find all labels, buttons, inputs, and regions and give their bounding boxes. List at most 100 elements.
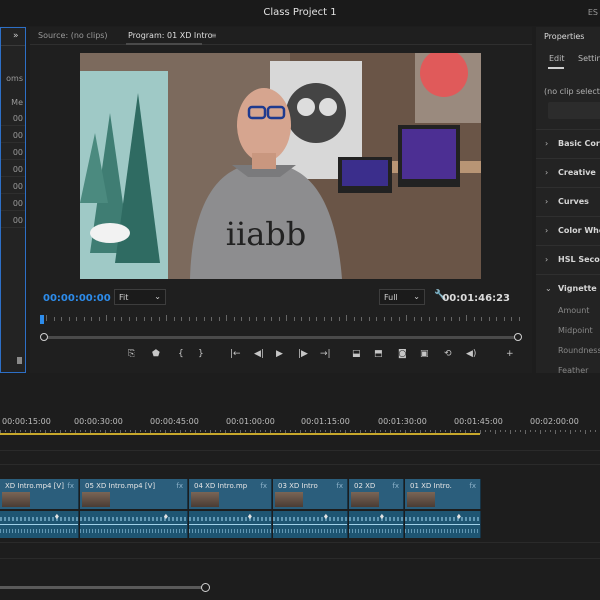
- loop-icon[interactable]: ⟲: [444, 349, 452, 359]
- volume-line[interactable]: [273, 524, 347, 525]
- keyframe-icon[interactable]: ♦: [379, 513, 385, 521]
- program-monitor[interactable]: Source: (no clips) Program: 01 XD Intro …: [30, 27, 532, 373]
- scroll-handle-right[interactable]: [514, 333, 522, 341]
- mark-out-icon[interactable]: }: [198, 349, 204, 359]
- vignette-roundness[interactable]: Roundness: [558, 346, 600, 355]
- add-button-icon[interactable]: +: [506, 349, 514, 359]
- camera-icon[interactable]: ◙: [398, 349, 407, 359]
- volume-line[interactable]: [189, 524, 271, 525]
- workspace-label[interactable]: ES: [588, 8, 598, 17]
- chevron-right-icon[interactable]: ›: [545, 168, 548, 177]
- export-frame-icon[interactable]: ⎘: [128, 349, 135, 359]
- chevron-right-icon[interactable]: ›: [545, 139, 548, 148]
- hamburger-icon[interactable]: ≡: [210, 31, 217, 40]
- section-title[interactable]: Color Wheel: [558, 226, 600, 235]
- double-chevron-right-icon[interactable]: »: [13, 31, 19, 41]
- zoom-dropdown[interactable]: Fit ⌄: [114, 289, 166, 305]
- current-timecode[interactable]: 00:00:00:00: [43, 293, 111, 304]
- tab-edit[interactable]: Edit: [549, 54, 565, 63]
- step-back-icon[interactable]: ◀|: [254, 349, 264, 359]
- video-clip[interactable]: 02 XD fx: [349, 479, 404, 509]
- section-title[interactable]: Basic Correc: [558, 139, 600, 148]
- playhead[interactable]: [40, 315, 44, 324]
- vignette-feather[interactable]: Feather: [558, 366, 588, 375]
- fx-icon[interactable]: fx: [392, 482, 399, 490]
- volume-line[interactable]: [405, 524, 480, 525]
- work-area-bar[interactable]: [0, 433, 480, 435]
- monitor-zoom-scrollbar[interactable]: [40, 333, 522, 341]
- scroll-thumb[interactable]: [0, 586, 205, 589]
- vignette-midpoint[interactable]: Midpoint: [558, 326, 593, 335]
- audio-clip[interactable]: ♦: [273, 511, 348, 538]
- section-4[interactable]: › HSL Second: [536, 245, 600, 273]
- vignette-amount[interactable]: Amount: [558, 306, 589, 315]
- monitor-time-ruler[interactable]: [40, 314, 522, 324]
- list-item[interactable]: 00: [1, 110, 25, 126]
- play-icon[interactable]: ▶: [276, 349, 283, 359]
- scroll-handle-left[interactable]: [40, 333, 48, 341]
- keyframe-icon[interactable]: ♦: [54, 513, 60, 521]
- list-item[interactable]: 00: [1, 178, 25, 194]
- tab-program[interactable]: Program: 01 XD Intro: [128, 31, 212, 40]
- list-item[interactable]: 00: [1, 161, 25, 177]
- section-title[interactable]: HSL Second: [558, 255, 600, 264]
- chevron-down-icon[interactable]: ⌄: [545, 284, 552, 293]
- list-item[interactable]: 00: [1, 195, 25, 211]
- go-to-in-icon[interactable]: |←: [230, 349, 241, 359]
- fx-icon[interactable]: fx: [336, 482, 343, 490]
- volume-line[interactable]: [349, 524, 403, 525]
- list-item[interactable]: 00: [1, 127, 25, 143]
- section-2[interactable]: › Curves: [536, 187, 600, 215]
- go-to-out-icon[interactable]: →|: [320, 349, 331, 359]
- timeline-scrollbar[interactable]: [0, 583, 600, 592]
- timeline-panel[interactable]: 00:00:15:00 00:00:30:00 00:00:45:00 00:01:0…: [0, 378, 600, 600]
- scroll-handle[interactable]: [201, 583, 210, 592]
- quality-dropdown[interactable]: Full ⌄: [379, 289, 425, 305]
- tab-source[interactable]: Source: (no clips): [38, 31, 108, 40]
- extract-icon[interactable]: ⬒: [374, 349, 383, 359]
- audio-clip[interactable]: ♦: [405, 511, 481, 538]
- section-5[interactable]: ⌄ Vignette: [536, 274, 600, 302]
- section-title[interactable]: Creative: [558, 168, 596, 177]
- clip-selector[interactable]: [548, 102, 600, 119]
- fx-icon[interactable]: fx: [469, 482, 476, 490]
- video-clip[interactable]: 03 XD Intro fx: [273, 479, 348, 509]
- project-panel[interactable]: » oms Me 00 00 00 00 00 00 00: [0, 27, 26, 373]
- compare-icon[interactable]: ▣: [420, 349, 429, 359]
- new-item-icon[interactable]: [17, 357, 22, 364]
- step-forward-icon[interactable]: |▶: [298, 349, 308, 359]
- list-item[interactable]: 00: [1, 212, 25, 228]
- section-title[interactable]: Vignette: [558, 284, 597, 293]
- keyframe-icon[interactable]: ♦: [456, 513, 462, 521]
- keyframe-icon[interactable]: ♦: [247, 513, 253, 521]
- volume-line[interactable]: [80, 524, 187, 525]
- audio-clip[interactable]: ♦: [0, 511, 79, 538]
- fx-icon[interactable]: fx: [260, 482, 267, 490]
- section-0[interactable]: › Basic Correc: [536, 129, 600, 157]
- fx-icon[interactable]: fx: [67, 482, 74, 490]
- chevron-right-icon[interactable]: ›: [545, 197, 548, 206]
- section-title[interactable]: Curves: [558, 197, 589, 206]
- properties-panel[interactable]: Properties Edit Setting (no clip selecte…: [536, 27, 600, 375]
- video-frame[interactable]: iiabb: [80, 53, 481, 279]
- audio-clip[interactable]: ♦: [349, 511, 404, 538]
- audio-clip[interactable]: ♦: [189, 511, 272, 538]
- chevron-right-icon[interactable]: ›: [545, 226, 548, 235]
- chevron-right-icon[interactable]: ›: [545, 255, 548, 264]
- video-clip[interactable]: 05 XD Intro.mp4 [V] fx: [80, 479, 188, 509]
- keyframe-icon[interactable]: ♦: [163, 513, 169, 521]
- volume-line[interactable]: [0, 524, 78, 525]
- video-clip[interactable]: XD Intro.mp4 [V] fx: [0, 479, 79, 509]
- video-clip[interactable]: 04 XD Intro.mp fx: [189, 479, 272, 509]
- add-marker-icon[interactable]: ⬟: [152, 349, 160, 359]
- lift-icon[interactable]: ⬓: [352, 349, 361, 359]
- keyframe-icon[interactable]: ♦: [323, 513, 329, 521]
- mark-in-icon[interactable]: {: [178, 349, 184, 359]
- audio-clip[interactable]: ♦: [80, 511, 188, 538]
- volume-icon[interactable]: ◀): [466, 349, 476, 359]
- list-item[interactable]: 00: [1, 144, 25, 160]
- video-clip[interactable]: 01 XD Intro. fx: [405, 479, 481, 509]
- section-1[interactable]: › Creative: [536, 158, 600, 186]
- section-3[interactable]: › Color Wheel: [536, 216, 600, 244]
- fx-icon[interactable]: fx: [176, 482, 183, 490]
